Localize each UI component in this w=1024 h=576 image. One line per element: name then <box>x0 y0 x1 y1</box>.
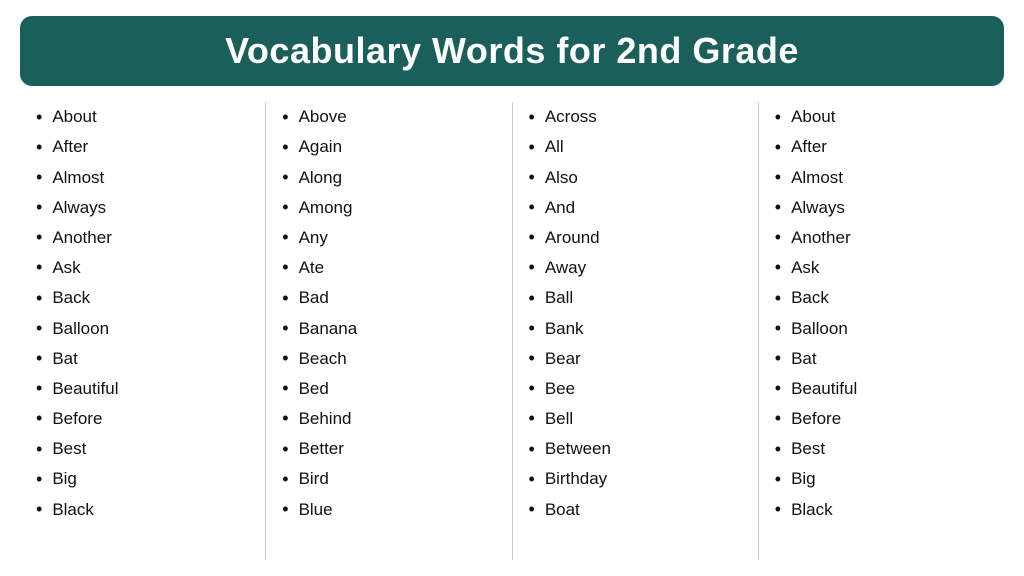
list-item: Blue <box>282 494 495 524</box>
list-item: Always <box>775 193 988 223</box>
list-item: Bee <box>529 374 742 404</box>
word-list-4: AboutAfterAlmostAlwaysAnotherAskBackBall… <box>775 102 988 525</box>
list-item: Bed <box>282 374 495 404</box>
word-list-1: AboutAfterAlmostAlwaysAnotherAskBackBall… <box>36 102 249 525</box>
list-item: After <box>775 132 988 162</box>
list-item: Along <box>282 162 495 192</box>
word-column-1: AboutAfterAlmostAlwaysAnotherAskBackBall… <box>20 102 266 560</box>
list-item: Boat <box>529 494 742 524</box>
list-item: Around <box>529 223 742 253</box>
list-item: Ask <box>775 253 988 283</box>
list-item: Back <box>775 283 988 313</box>
page-container: Vocabulary Words for 2nd Grade AboutAfte… <box>0 0 1024 576</box>
list-item: Ask <box>36 253 249 283</box>
word-column-2: AboveAgainAlongAmongAnyAteBadBananaBeach… <box>266 102 512 560</box>
list-item: Above <box>282 102 495 132</box>
list-item: Black <box>36 494 249 524</box>
list-item: Big <box>775 464 988 494</box>
page-title: Vocabulary Words for 2nd Grade <box>40 30 984 72</box>
list-item: Big <box>36 464 249 494</box>
list-item: Any <box>282 223 495 253</box>
list-item: About <box>36 102 249 132</box>
list-item: About <box>775 102 988 132</box>
list-item: Bear <box>529 344 742 374</box>
columns-container: AboutAfterAlmostAlwaysAnotherAskBackBall… <box>20 102 1004 560</box>
list-item: After <box>36 132 249 162</box>
list-item: Away <box>529 253 742 283</box>
list-item: Between <box>529 434 742 464</box>
list-item: Bird <box>282 464 495 494</box>
list-item: Beautiful <box>775 374 988 404</box>
list-item: Another <box>36 223 249 253</box>
list-item: Also <box>529 162 742 192</box>
list-item: Birthday <box>529 464 742 494</box>
list-item: Beach <box>282 344 495 374</box>
list-item: Bat <box>775 344 988 374</box>
list-item: Ate <box>282 253 495 283</box>
list-item: Black <box>775 494 988 524</box>
list-item: Bell <box>529 404 742 434</box>
list-item: Before <box>775 404 988 434</box>
list-item: Balloon <box>775 313 988 343</box>
list-item: Across <box>529 102 742 132</box>
list-item: Again <box>282 132 495 162</box>
list-item: Before <box>36 404 249 434</box>
list-item: Another <box>775 223 988 253</box>
list-item: Beautiful <box>36 374 249 404</box>
list-item: Better <box>282 434 495 464</box>
list-item: Back <box>36 283 249 313</box>
list-item: And <box>529 193 742 223</box>
list-item: Balloon <box>36 313 249 343</box>
list-item: Banana <box>282 313 495 343</box>
list-item: Almost <box>775 162 988 192</box>
list-item: Best <box>775 434 988 464</box>
word-column-3: AcrossAllAlsoAndAroundAwayBallBankBearBe… <box>513 102 759 560</box>
list-item: Bat <box>36 344 249 374</box>
list-item: Best <box>36 434 249 464</box>
list-item: Bank <box>529 313 742 343</box>
list-item: Always <box>36 193 249 223</box>
list-item: All <box>529 132 742 162</box>
list-item: Bad <box>282 283 495 313</box>
word-column-4: AboutAfterAlmostAlwaysAnotherAskBackBall… <box>759 102 1004 560</box>
word-list-3: AcrossAllAlsoAndAroundAwayBallBankBearBe… <box>529 102 742 525</box>
list-item: Ball <box>529 283 742 313</box>
title-banner: Vocabulary Words for 2nd Grade <box>20 16 1004 86</box>
list-item: Behind <box>282 404 495 434</box>
word-list-2: AboveAgainAlongAmongAnyAteBadBananaBeach… <box>282 102 495 525</box>
list-item: Almost <box>36 162 249 192</box>
list-item: Among <box>282 193 495 223</box>
